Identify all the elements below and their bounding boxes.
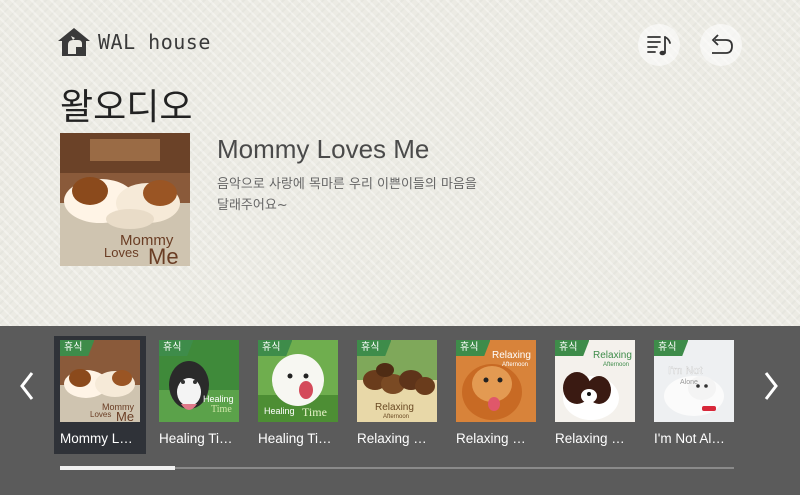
chevron-right-icon <box>764 372 778 400</box>
svg-text:Me: Me <box>116 409 134 422</box>
carousel-item[interactable]: Relaxing Afternoon 휴식 Relaxing … <box>450 336 542 454</box>
carousel-item[interactable]: Healing Time 휴식 Healing Ti… <box>252 336 344 454</box>
carousel-prev-button[interactable] <box>12 366 42 406</box>
undo-arrow-icon <box>711 34 733 54</box>
carousel-next-button[interactable] <box>756 366 786 406</box>
album-thumbnail: Relaxing Afternoon 휴식 <box>456 340 536 422</box>
album-label: Relaxing … <box>357 431 427 446</box>
album-thumbnail: Healing Time 휴식 <box>258 340 338 422</box>
carousel-item[interactable]: Mommy Loves Me 휴식 Mommy L… <box>54 336 146 454</box>
thumbnail-overlay-text: Relaxing <box>593 350 632 361</box>
album-label: Mommy L… <box>60 431 133 446</box>
carousel-scrollbar[interactable] <box>60 466 734 470</box>
thumbnail-overlay-text: Healing <box>203 394 234 404</box>
album-label: I'm Not Al… <box>654 431 725 446</box>
brand-logo: WAL house <box>56 25 211 59</box>
thumbnail-overlay-text: Time <box>211 404 232 415</box>
thumbnail-overlay-text: Alone <box>680 379 698 386</box>
carousel-item[interactable]: Relaxing Afternoon 휴식 Relaxing … <box>351 336 443 454</box>
carousel-item[interactable]: I'm Not Alone 휴식 I'm Not Al… <box>648 336 740 454</box>
back-button[interactable] <box>700 24 742 66</box>
album-thumbnail: Healing Time 휴식 <box>159 340 239 422</box>
carousel-item[interactable]: Relaxing Afternoon 휴식 Relaxing … <box>549 336 641 454</box>
thumbnail-overlay-text: Healing <box>264 406 295 416</box>
track-title: Mommy Loves Me <box>217 134 430 164</box>
album-thumbnail: Relaxing Afternoon 휴식 <box>357 340 437 422</box>
album-label: Relaxing … <box>555 431 625 446</box>
album-thumbnail: I'm Not Alone 휴식 <box>654 340 734 422</box>
brand-name: WAL house <box>98 30 211 54</box>
album-thumbnail: Relaxing Afternoon 휴식 <box>555 340 635 422</box>
album-label: Relaxing … <box>456 431 526 446</box>
thumbnail-overlay-text: Time <box>302 405 327 419</box>
thumbnail-overlay-text: Relaxing <box>492 350 531 361</box>
playlist-button[interactable] <box>638 24 680 66</box>
album-cover: Mommy Loves Me <box>60 133 190 266</box>
cover-text-line-2: Loves <box>104 245 139 260</box>
cover-text-line-3: Me <box>148 244 179 266</box>
carousel-item[interactable]: Healing Time 휴식 Healing Ti… <box>153 336 245 454</box>
carousel-items: Mommy Loves Me 휴식 Mommy L… Healing Time 휴식 Heali… <box>54 336 740 454</box>
thumbnail-overlay-text: Afternoon <box>502 362 528 368</box>
thumbnail-overlay-text: Afternoon <box>603 362 629 368</box>
album-label: Healing Ti… <box>258 431 332 446</box>
album-carousel: Mommy Loves Me 휴식 Mommy L… Healing Time 휴식 Heali… <box>0 326 800 495</box>
scrollbar-thumb[interactable] <box>60 466 175 470</box>
playlist-music-icon <box>647 36 671 56</box>
album-label: Healing Ti… <box>159 431 233 446</box>
house-dog-logo-icon <box>58 28 90 56</box>
page-title: 왈오디오 <box>60 87 193 128</box>
thumbnail-overlay-text: Relaxing <box>375 402 414 413</box>
track-description: 음악으로 사랑에 목마른 우리 이쁜이들의 마음을 달래주어요~ <box>217 177 477 213</box>
svg-text:Loves: Loves <box>90 410 111 419</box>
thumbnail-overlay-text: Afternoon <box>383 414 409 420</box>
album-thumbnail: Mommy Loves Me 휴식 <box>60 340 140 422</box>
chevron-left-icon <box>20 372 34 400</box>
thumbnail-overlay-text: I'm Not <box>668 365 703 377</box>
